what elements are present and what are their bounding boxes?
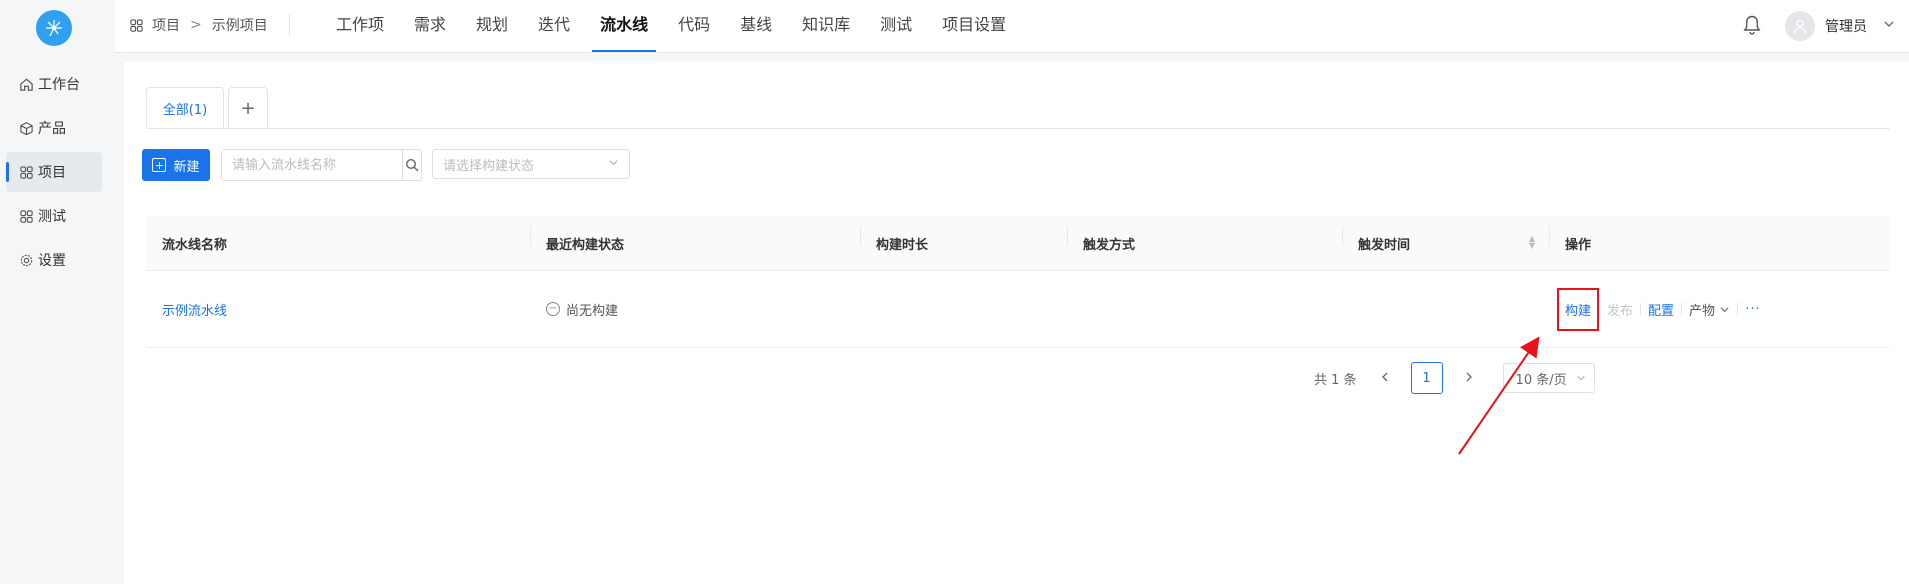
tab-requirements[interactable]: 需求 <box>406 0 454 52</box>
column-header-trigger: 触发方式 <box>1067 225 1342 253</box>
column-header-trigger-time-label: 触发时间 <box>1358 237 1411 253</box>
grid-icon <box>129 18 144 33</box>
sidebar-item-label: 工作台 <box>38 77 80 93</box>
tab-all[interactable]: 全部(1) <box>146 87 224 128</box>
tab-testing[interactable]: 测试 <box>872 0 920 52</box>
build-status-placeholder: 请选择构建状态 <box>443 158 535 174</box>
product-label: 产物 <box>1689 303 1716 319</box>
grid-icon <box>18 164 34 180</box>
sidebar-item-workbench[interactable]: 工作台 <box>6 64 102 104</box>
sidebar-item-project[interactable]: 项目 <box>6 152 102 192</box>
grid-icon <box>18 208 34 224</box>
action-divider <box>1640 303 1642 315</box>
sidebar-item-label: 项目 <box>38 165 66 181</box>
avatar[interactable] <box>1785 11 1815 41</box>
tab-iterations[interactable]: 迭代 <box>530 0 578 52</box>
page-button[interactable]: 1 <box>1410 362 1443 394</box>
chevron-down-icon <box>1576 375 1585 381</box>
user-name[interactable]: 管理员 <box>1825 16 1867 36</box>
chevron-down-icon[interactable] <box>1883 18 1895 33</box>
search-input[interactable] <box>222 150 402 180</box>
build-status-select[interactable]: 请选择构建状态 <box>432 149 630 179</box>
cube-icon <box>18 120 34 136</box>
pipeline-name-link[interactable]: 示例流水线 <box>162 304 227 319</box>
publish-button[interactable]: 发布 <box>1607 300 1633 319</box>
column-header-trigger-time[interactable]: 触发时间 ▲ ▼ <box>1342 225 1549 253</box>
group-tabs: 全部(1) + <box>146 87 1890 129</box>
breadcrumb-current[interactable]: 示例项目 <box>212 15 268 35</box>
pipeline-table: 流水线名称 最近构建状态 构建时长 触发方式 触发时间 ▲ ▼ 操作 示例流水线 … <box>146 216 1890 348</box>
tab-work-items[interactable]: 工作项 <box>328 0 392 52</box>
row-actions: 构建 发布 配置 产物 ··· <box>1557 287 1890 331</box>
new-pipeline-button[interactable]: + 新建 <box>142 149 210 181</box>
action-divider <box>1737 303 1739 315</box>
sidebar-item-settings[interactable]: 设置 <box>6 240 102 280</box>
column-header-name: 流水线名称 <box>162 237 228 253</box>
sidebar-item-product[interactable]: 产品 <box>6 108 102 148</box>
action-divider <box>1681 303 1683 315</box>
search-box <box>221 149 422 181</box>
breadcrumb: 项目 > 示例项目 <box>129 15 268 35</box>
pagination: 共 1 条 1 10 条/页 <box>1314 362 1595 394</box>
tab-project-settings[interactable]: 项目设置 <box>934 0 1014 52</box>
sidebar-item-label: 设置 <box>38 253 66 269</box>
dandelion-logo-icon <box>46 20 62 37</box>
next-page-icon[interactable] <box>1457 371 1481 386</box>
new-button-label: 新建 <box>173 159 200 175</box>
table-header: 流水线名称 最近构建状态 构建时长 触发方式 触发时间 ▲ ▼ 操作 <box>146 216 1890 271</box>
bell-icon[interactable] <box>1742 14 1764 36</box>
sort-icon[interactable]: ▲ ▼ <box>1529 234 1535 249</box>
project-tabs: 工作项 需求 规划 迭代 流水线 代码 基线 知识库 测试 项目设置 <box>328 0 1028 52</box>
breadcrumb-separator: > <box>190 17 202 33</box>
sidebar-item-test[interactable]: 测试 <box>6 196 102 236</box>
header-divider <box>289 14 290 36</box>
tab-code[interactable]: 代码 <box>670 0 718 52</box>
config-button[interactable]: 配置 <box>1648 300 1674 319</box>
home-icon <box>18 76 34 92</box>
breadcrumb-root[interactable]: 项目 <box>152 15 180 35</box>
build-status: − 尚无构建 <box>546 300 860 319</box>
top-header: 项目 > 示例项目 工作项 需求 规划 迭代 流水线 代码 基线 知识库 测试 … <box>115 0 1909 53</box>
sidebar-item-label: 产品 <box>38 121 66 137</box>
page-size-label: 10 条/页 <box>1515 372 1567 388</box>
app-logo[interactable] <box>36 10 72 46</box>
tab-knowledge-base[interactable]: 知识库 <box>794 0 858 52</box>
add-tab-button[interactable]: + <box>228 87 268 128</box>
user-icon <box>1793 19 1807 34</box>
search-icon[interactable] <box>402 150 421 180</box>
build-button[interactable]: 构建 <box>1557 287 1600 331</box>
plus-icon: + <box>152 158 167 172</box>
tab-baseline[interactable]: 基线 <box>732 0 780 52</box>
tab-pipelines[interactable]: 流水线 <box>592 0 657 52</box>
product-dropdown[interactable]: 产物 <box>1689 300 1730 319</box>
page-size-select[interactable]: 10 条/页 <box>1502 363 1595 393</box>
more-actions-button[interactable]: ··· <box>1745 302 1760 317</box>
build-status-text: 尚无构建 <box>566 303 619 319</box>
prev-page-icon[interactable] <box>1373 371 1397 386</box>
column-header-status: 最近构建状态 <box>530 225 860 253</box>
column-header-duration: 构建时长 <box>860 225 1067 253</box>
sidebar-item-label: 测试 <box>38 209 66 225</box>
main-panel: 全部(1) + + 新建 请选择构建状态 流水线名称 最近构建状态 构建时长 触… <box>124 62 1909 584</box>
chevron-down-icon <box>1720 306 1729 312</box>
gear-icon <box>18 252 34 268</box>
sidebar: 工作台 产品 项目 测试 设置 <box>0 0 115 584</box>
tab-planning[interactable]: 规划 <box>468 0 516 52</box>
chevron-down-icon <box>608 157 619 171</box>
minus-circle-icon: − <box>546 302 560 316</box>
column-header-actions: 操作 <box>1549 225 1890 253</box>
total-count: 共 1 条 <box>1314 372 1357 388</box>
table-row: 示例流水线 − 尚无构建 构建 发布 配置 产物 ··· <box>146 271 1890 348</box>
